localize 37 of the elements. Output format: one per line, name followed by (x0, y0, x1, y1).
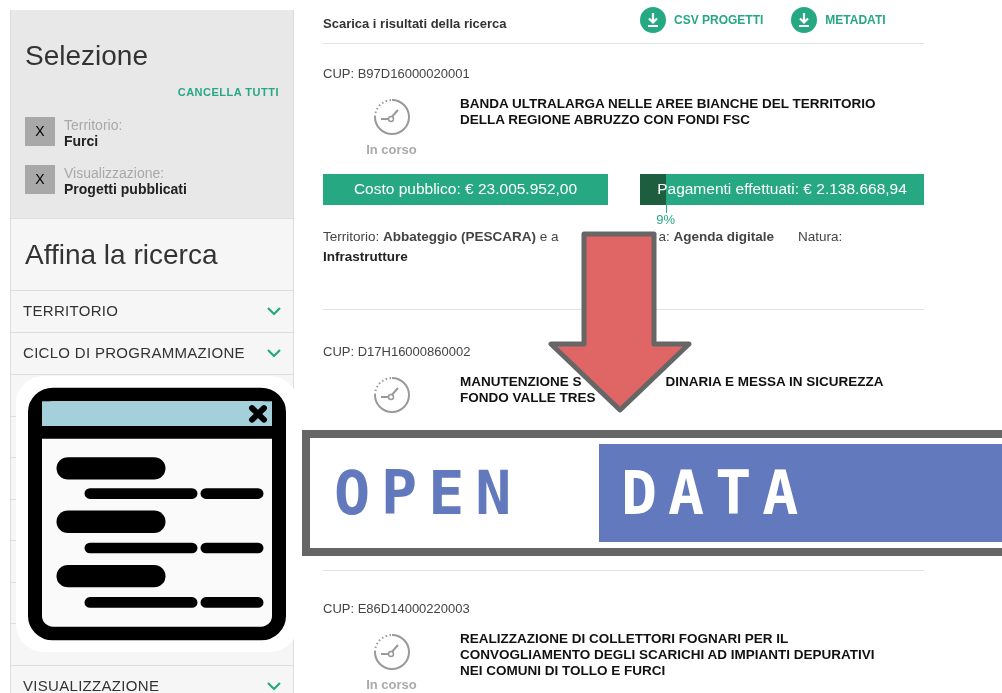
section-title: Affina la ricerca (25, 237, 218, 272)
project-title[interactable]: NEI COMUNI DI TOLLO E FURCI (460, 663, 666, 679)
detail-text: Territorio: Abbateggio (PESCARA) e a (323, 227, 559, 246)
detail-text: a: Agenda digitale (658, 227, 775, 246)
project-title[interactable]: DELLA REGIONE ABRUZZO CON FONDI FSC (460, 112, 750, 128)
detail-value: Infrastrutture (323, 247, 408, 266)
download-icon (640, 7, 666, 33)
project-title[interactable]: CONVOGLIAMENTO DEGLI SCARICHI AD IMPIANTI DEPURATIVI (460, 647, 875, 663)
remove-filter-button[interactable]: X (25, 164, 55, 194)
cup-code: CUP: E86D14000220003 (323, 601, 470, 617)
cost-bar: Costo pubblico: € 23.005.952,00 (323, 173, 608, 205)
banner-word: OPEN (334, 463, 524, 523)
project-title[interactable]: MANUTENZIONE S (460, 374, 582, 390)
panel-title: Selezione (25, 39, 148, 73)
project-title[interactable]: REALIZZAZIONE DI COLLETTORI FOGNARI PER IL (460, 631, 789, 647)
cup-code: CUP: B97D16000020001 (323, 66, 470, 82)
download-icon (791, 7, 818, 33)
filter-section[interactable]: VISUALIZZAZIONE (11, 664, 293, 693)
status-label: In corso (366, 676, 417, 693)
project-title[interactable]: BANDA ULTRALARGA NELLE AREE BIANCHE DEL TERRITORIO (460, 96, 876, 112)
cup-code: CUP: D17H16000860002 (323, 344, 471, 360)
banner-word: DATA (621, 463, 810, 523)
filter-value: Furci (64, 132, 99, 149)
clock-icon (372, 633, 411, 671)
payments-bar: Pagamenti effettuati: € 2.138.668,94 (640, 173, 924, 205)
percent-label: 9% (656, 212, 675, 227)
section-label: Scarica i risultati della ricerca (323, 14, 508, 33)
clock-icon (372, 98, 411, 136)
filter-label: Territorio: (64, 116, 123, 133)
status-label: In corso (366, 141, 417, 159)
filter-label: Visualizzazione: (64, 164, 165, 181)
filter-value: Progetti pubblicati (64, 180, 187, 197)
clock-icon (372, 376, 411, 414)
remove-filter-button[interactable]: X (25, 116, 55, 146)
project-title[interactable]: DINARIA E MESSA IN SICUREZZA (665, 374, 884, 390)
project-title[interactable]: FONDO VALLE TRES (460, 390, 596, 406)
detail-label: Natura: (798, 227, 843, 246)
